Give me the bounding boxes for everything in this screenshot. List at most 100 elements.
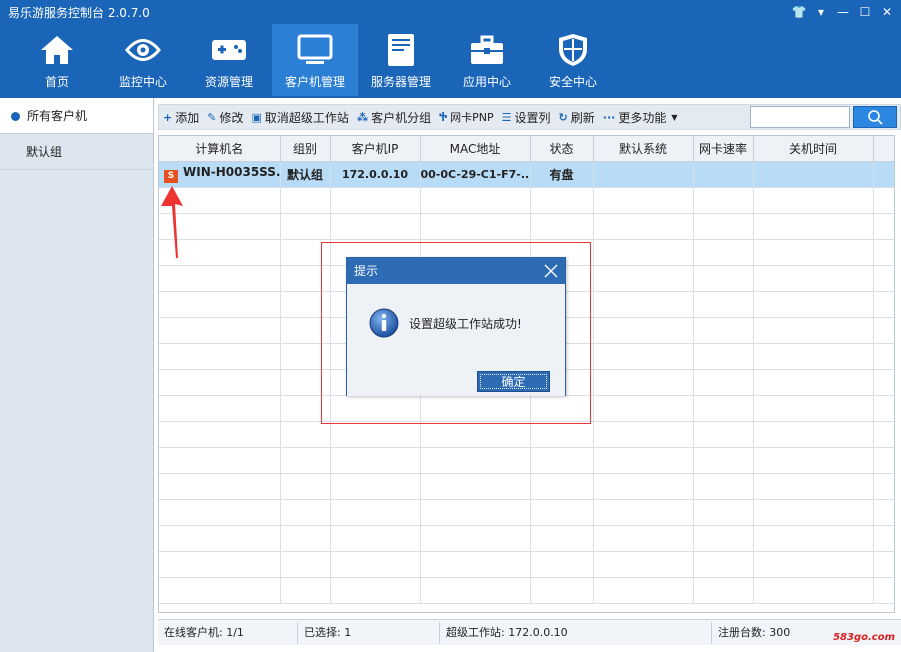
table-cell [420, 525, 531, 552]
pencil-icon: ✎ [207, 110, 217, 124]
column-header[interactable]: 关机时间 [753, 136, 874, 162]
nic-pnp-button[interactable]: Ⴕ 网卡PNP [435, 106, 497, 128]
nav-item-monitor-center[interactable]: 监控中心 [100, 24, 186, 96]
nav-item-client-management[interactable]: 客户机管理 [272, 24, 358, 96]
table-cell [753, 213, 874, 240]
table-cell [873, 369, 894, 396]
shirt-icon[interactable]: 👕 [791, 4, 807, 20]
empty-table-row [159, 447, 894, 474]
client-pc-icon: S [164, 170, 178, 183]
nav-item-security-center[interactable]: 安全中心 [530, 24, 616, 96]
computer-name: WIN-H0035SS... [183, 165, 280, 179]
table-cell [159, 369, 281, 396]
column-header[interactable]: 组别 [280, 136, 331, 162]
add-button[interactable]: + 添加 [159, 106, 203, 128]
table-cell [159, 577, 281, 604]
table-cell [693, 213, 754, 240]
bullet-icon [11, 112, 20, 121]
table-cell [693, 577, 754, 604]
table-cell [420, 499, 531, 526]
column-header[interactable]: 状态 [530, 136, 594, 162]
table-cell [753, 187, 874, 214]
column-header[interactable]: 计算机名 [159, 136, 281, 162]
search-input[interactable] [750, 106, 850, 128]
table-cell [280, 213, 331, 240]
table-cell [530, 447, 594, 474]
table-cell [593, 473, 694, 500]
table-cell [753, 161, 874, 188]
chevron-down-icon[interactable]: ▾ [813, 4, 829, 20]
table-row[interactable]: S WIN-H0035SS... 默认组 172.0.0.10 00-0C-29-… [159, 161, 894, 188]
table-cell [753, 369, 874, 396]
table-cell [593, 187, 694, 214]
more-label: 更多功能 [618, 110, 667, 125]
refresh-button[interactable]: ↻ 刷新 [555, 106, 599, 128]
app-title: 易乐游服务控制台 2.0.7.0 [8, 6, 150, 20]
column-header[interactable]: 网卡速率 [693, 136, 754, 162]
table-cell [693, 525, 754, 552]
table-cell [530, 187, 594, 214]
eye-icon [123, 30, 163, 70]
table-cell [159, 395, 281, 422]
sidebar-item-all-clients[interactable]: 所有客户机 [0, 98, 153, 134]
monitor-icon [295, 30, 335, 70]
column-header[interactable]: 客户机IP [330, 136, 421, 162]
table-cell [693, 161, 754, 188]
table-cell [330, 421, 421, 448]
table-cell [330, 499, 421, 526]
table-cell [873, 317, 894, 344]
empty-table-row [159, 551, 894, 578]
table-cell [593, 317, 694, 344]
table-cell [530, 421, 594, 448]
more-icon: ··· [602, 110, 616, 124]
nav-label: 客户机管理 [284, 75, 345, 89]
table-cell [593, 421, 694, 448]
table-cell [753, 499, 874, 526]
table-cell [693, 447, 754, 474]
table-cell [593, 499, 694, 526]
close-icon[interactable]: ✕ [879, 4, 895, 20]
table-cell [330, 213, 421, 240]
nav-label: 安全中心 [548, 75, 597, 89]
table-cell [693, 395, 754, 422]
table-cell [693, 239, 754, 266]
main-nav: 首页 监控中心 资源管理 客户机管理 服务器管理 应用中心 安全中心 [14, 24, 616, 96]
search-button[interactable] [853, 106, 897, 128]
table-cell [330, 525, 421, 552]
table-cell [873, 265, 894, 292]
table-cell [873, 447, 894, 474]
table-cell [753, 239, 874, 266]
table-cell [420, 421, 531, 448]
table-cell: 默认组 [280, 161, 331, 188]
message-dialog: 提示 设置超级工作站成功! 确定 [346, 257, 566, 396]
nav-item-app-center[interactable]: 应用中心 [444, 24, 530, 96]
table-cell [159, 317, 281, 344]
table-cell [280, 187, 331, 214]
sidebar-item-default-group[interactable]: 默认组 [0, 134, 153, 170]
table-cell [873, 291, 894, 318]
table-cell [420, 187, 531, 214]
minimize-icon[interactable]: — [835, 4, 851, 20]
edit-button[interactable]: ✎ 修改 [203, 106, 247, 128]
empty-table-row [159, 473, 894, 500]
table-cell [593, 213, 694, 240]
column-header[interactable]: MAC地址 [420, 136, 531, 162]
table-cell [420, 447, 531, 474]
ok-button[interactable]: 确定 [477, 371, 550, 392]
nav-item-resource[interactable]: 资源管理 [186, 24, 272, 96]
table-cell [593, 291, 694, 318]
column-header[interactable]: 默认系统 [593, 136, 694, 162]
cancel-super-workstation-button[interactable]: ▣ 取消超级工作站 [247, 106, 352, 128]
close-icon[interactable] [543, 263, 559, 279]
set-columns-button[interactable]: ☰ 设置列 [498, 106, 555, 128]
nav-item-home[interactable]: 首页 [14, 24, 100, 96]
table-cell [693, 317, 754, 344]
table-cell [530, 213, 594, 240]
client-group-button[interactable]: ⁂ 客户机分组 [353, 106, 435, 128]
column-header-filler [873, 136, 894, 162]
more-functions-button[interactable]: ··· 更多功能 ▼ [599, 106, 682, 128]
table-cell [159, 525, 281, 552]
nav-item-server-management[interactable]: 服务器管理 [358, 24, 444, 96]
gamepad-icon [209, 30, 249, 70]
maximize-icon[interactable]: ☐ [857, 4, 873, 20]
